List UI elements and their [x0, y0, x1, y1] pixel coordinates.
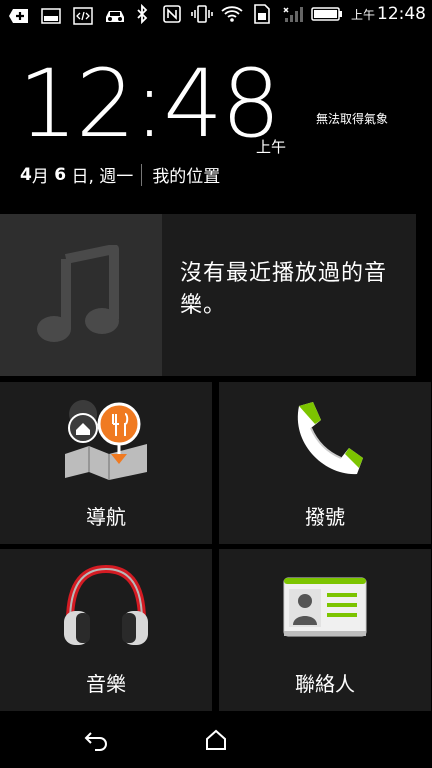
- clock-ampm: 上午: [256, 138, 287, 156]
- navigation-map-icon: [61, 398, 151, 486]
- tile-contacts-label: 聯絡人: [295, 672, 355, 696]
- add-notification-icon: [8, 6, 30, 26]
- tile-contacts[interactable]: 聯絡人: [219, 549, 431, 711]
- phone-icon: [285, 398, 365, 486]
- tile-navigation[interactable]: 導航: [0, 382, 212, 544]
- battery-icon: [311, 4, 343, 24]
- tile-music[interactable]: 音樂: [0, 549, 212, 711]
- wifi-icon: [221, 4, 243, 24]
- status-ampm: 上午: [350, 8, 375, 22]
- back-icon: [84, 732, 107, 751]
- headphones-icon: [62, 563, 150, 651]
- date-divider: [141, 163, 143, 186]
- tile-music-label: 音樂: [86, 672, 126, 696]
- signal-icon: [281, 4, 303, 24]
- contacts-card-icon: [283, 577, 367, 641]
- sim-icon: [251, 4, 273, 24]
- clock-widget[interactable]: 12:48 上午 無法取得氣象 4 月 6 日, 週一 我的位置: [0, 32, 432, 214]
- tile-dialer[interactable]: 撥號: [219, 382, 431, 544]
- status-time: 12:48: [377, 4, 426, 24]
- date-row: 4 月 6 日, 週一 我的位置: [20, 162, 220, 187]
- clock-time: 12:48: [18, 50, 281, 159]
- car-icon: [104, 6, 126, 26]
- back-button[interactable]: [76, 726, 116, 754]
- status-bar: 上午 12:48: [0, 0, 432, 32]
- recent-music-card[interactable]: 沒有最近播放過的音樂。: [0, 214, 416, 376]
- date-day: 6: [54, 164, 67, 185]
- bluetooth-icon: [131, 4, 153, 24]
- tile-dialer-label: 撥號: [305, 505, 345, 529]
- date-day-unit: 日, 週一: [71, 167, 134, 187]
- home-button[interactable]: [196, 726, 236, 754]
- navigation-bar: [0, 712, 432, 768]
- tile-navigation-label: 導航: [86, 505, 126, 529]
- date-month: 4: [20, 164, 32, 185]
- no-recent-music-text: 沒有最近播放過的音樂。: [180, 261, 388, 318]
- home-icon: [206, 729, 226, 750]
- image-icon: [40, 6, 62, 26]
- location-label[interactable]: 我的位置: [152, 162, 220, 187]
- code-icon: [72, 6, 94, 26]
- music-art: [0, 214, 162, 376]
- nfc-icon: [161, 4, 183, 24]
- music-note-icon: [37, 245, 119, 342]
- status-clock: 上午 12:48: [351, 4, 426, 24]
- vibrate-icon: [191, 4, 213, 24]
- weather-status[interactable]: 無法取得氣象: [316, 110, 388, 127]
- date-month-unit: 月: [31, 167, 49, 187]
